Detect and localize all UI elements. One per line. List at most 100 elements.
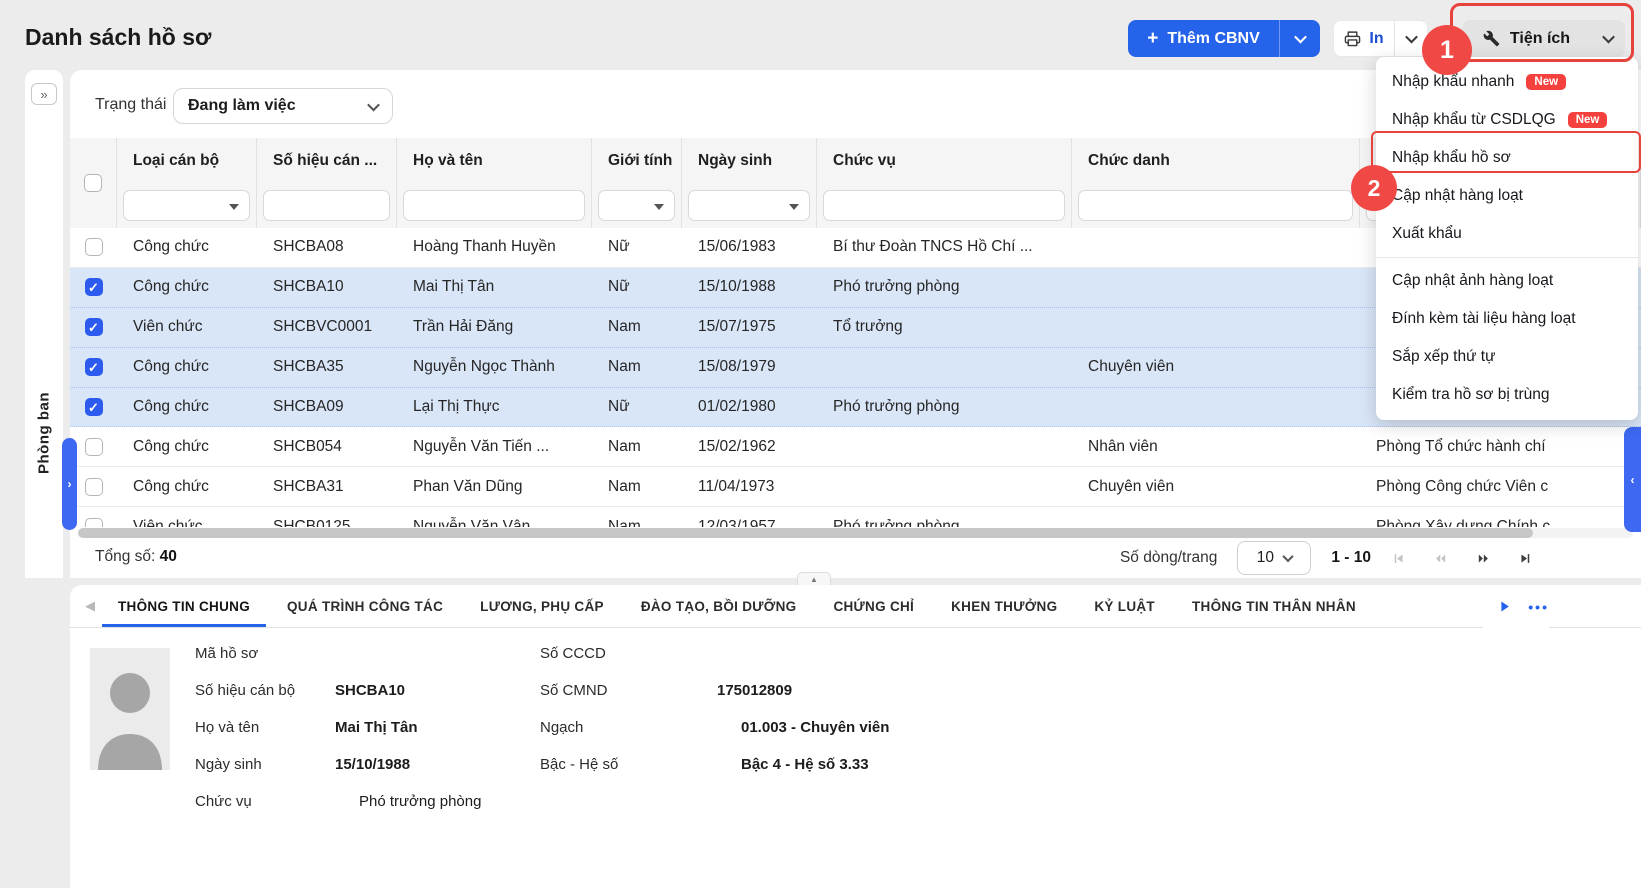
row-checkbox[interactable] bbox=[85, 318, 103, 336]
add-cbnv-button[interactable]: + Thêm CBNV bbox=[1128, 20, 1320, 57]
tabs-scroll-left-icon[interactable]: ◀ bbox=[85, 598, 95, 614]
table-row[interactable]: Công chức SHCB054 Nguyễn Văn Tiến ... Na… bbox=[70, 427, 1641, 467]
column-filter[interactable] bbox=[263, 190, 390, 221]
cell-staff-code: SHCBA10 bbox=[257, 268, 397, 307]
cell-staff-type: Viên chức bbox=[117, 308, 257, 347]
utilities-menu-item[interactable]: Cập nhật hàng loạt bbox=[1376, 177, 1638, 215]
cell-gender: Nữ bbox=[592, 268, 682, 307]
row-checkbox[interactable] bbox=[85, 518, 103, 527]
tabs-scroll-right-icon[interactable] bbox=[1497, 599, 1512, 614]
page-range: 1 - 10 bbox=[1331, 549, 1371, 567]
column-header[interactable]: Loại cán bộ bbox=[117, 138, 257, 184]
column-filter[interactable] bbox=[123, 190, 250, 221]
column-header[interactable]: Chức vụ bbox=[817, 138, 1072, 184]
chevron-down-icon bbox=[1294, 31, 1307, 44]
annotation-step-2-badge: 2 bbox=[1351, 165, 1397, 211]
utilities-menu-item[interactable]: Nhập khẩu từ CSDLQG New bbox=[1376, 101, 1638, 139]
annotation-step-1-badge: 1 bbox=[1422, 25, 1472, 75]
utilities-button[interactable]: Tiện ích bbox=[1462, 20, 1625, 57]
print-button[interactable]: In bbox=[1333, 20, 1428, 57]
column-header[interactable]: Số hiệu cán ... bbox=[257, 138, 397, 184]
panel-splitter-handle[interactable]: ▲ bbox=[797, 572, 831, 585]
column-filter[interactable] bbox=[1078, 190, 1353, 221]
row-checkbox[interactable] bbox=[85, 478, 103, 496]
cell-full-name: Lại Thị Thực bbox=[397, 388, 592, 427]
cell-staff-type: Công chức bbox=[117, 228, 257, 267]
cell-staff-code: SHCBA35 bbox=[257, 348, 397, 387]
cell-full-name: Nguyễn Văn Tiến ... bbox=[397, 427, 592, 466]
chevron-down-icon bbox=[367, 98, 380, 111]
cell-gender: Nam bbox=[592, 308, 682, 347]
detail-tab[interactable]: ĐÀO TẠO, BỒI DƯỠNG bbox=[641, 585, 797, 627]
more-tabs-icon[interactable]: ••• bbox=[1528, 599, 1549, 615]
detail-tab[interactable]: KHEN THƯỞNG bbox=[951, 585, 1057, 627]
utilities-menu-item[interactable]: Kiểm tra hồ sơ bị trùng bbox=[1376, 376, 1638, 414]
cell-department: Phòng Xây dựng Chính c bbox=[1360, 507, 1641, 527]
column-filter[interactable] bbox=[823, 190, 1065, 221]
cell-staff-type: Công chức bbox=[117, 388, 257, 427]
double-chevron-right-icon: » bbox=[40, 87, 47, 102]
row-checkbox[interactable] bbox=[85, 238, 103, 256]
avatar bbox=[90, 648, 170, 770]
detail-tab[interactable]: CHỨNG CHỈ bbox=[833, 585, 914, 627]
cell-gender: Nam bbox=[592, 467, 682, 506]
table-row[interactable]: Viên chức SHCB0125 Nguyễn Văn Vân Nam 12… bbox=[70, 507, 1641, 527]
chevron-down-icon bbox=[1602, 31, 1615, 44]
utilities-menu-item[interactable]: Nhập khẩu hồ sơ bbox=[1376, 139, 1638, 177]
row-checkbox[interactable] bbox=[85, 438, 103, 456]
detail-tab[interactable]: KỶ LUẬT bbox=[1094, 585, 1155, 627]
cell-staff-code: SHCBA09 bbox=[257, 388, 397, 427]
wrench-icon bbox=[1483, 30, 1500, 47]
cell-dob: 15/07/1975 bbox=[682, 308, 817, 347]
column-filter[interactable] bbox=[403, 190, 585, 221]
column-header[interactable]: Họ và tên bbox=[397, 138, 592, 184]
detail-field: Ngày sinh 15/10/1988 bbox=[195, 746, 481, 783]
detail-tab[interactable]: THÔNG TIN THÂN NHÂN bbox=[1192, 585, 1356, 627]
horizontal-scrollbar-thumb[interactable] bbox=[78, 528, 1533, 538]
cell-staff-code: SHCBA08 bbox=[257, 228, 397, 267]
first-page-icon[interactable] bbox=[1391, 551, 1406, 566]
utilities-menu-item[interactable]: Nhập khẩu nhanh New bbox=[1376, 63, 1638, 101]
row-checkbox[interactable] bbox=[85, 398, 103, 416]
new-badge: New bbox=[1526, 74, 1566, 90]
page-size-select[interactable]: 10 bbox=[1237, 541, 1311, 575]
cell-full-name: Nguyễn Ngọc Thành bbox=[397, 348, 592, 387]
detail-tab[interactable]: THÔNG TIN CHUNG bbox=[118, 585, 250, 627]
column-header[interactable]: Ngày sinh bbox=[682, 138, 817, 184]
pagination-bar: Tổng số: 40 Số dòng/trang 10 1 - 10 bbox=[70, 538, 1641, 578]
printer-icon bbox=[1344, 30, 1361, 47]
select-all-checkbox[interactable] bbox=[84, 174, 102, 192]
column-filter[interactable] bbox=[598, 190, 675, 221]
last-page-icon[interactable] bbox=[1518, 551, 1533, 566]
sidebar-open-handle[interactable]: › bbox=[62, 438, 77, 530]
utilities-menu-item[interactable]: Đính kèm tài liệu hàng loạt bbox=[1376, 300, 1638, 338]
column-header[interactable]: Chức danh bbox=[1072, 138, 1360, 184]
right-panel-open-handle[interactable]: ‹ bbox=[1624, 427, 1641, 532]
cell-position: Phó trưởng phòng bbox=[817, 268, 1072, 307]
row-checkbox[interactable] bbox=[85, 358, 103, 376]
chevron-down-icon bbox=[1282, 551, 1293, 562]
sidebar-expand-button[interactable]: » bbox=[31, 83, 57, 105]
table-row[interactable]: Công chức SHCBA31 Phan Văn Dũng Nam 11/0… bbox=[70, 467, 1641, 507]
plus-icon: + bbox=[1147, 29, 1158, 48]
column-filter[interactable] bbox=[688, 190, 810, 221]
utilities-menu-item[interactable]: Cập nhật ảnh hàng loạt bbox=[1376, 262, 1638, 300]
utilities-dropdown-toggle[interactable] bbox=[1591, 34, 1625, 43]
utilities-menu-item[interactable]: Sắp xếp thứ tự bbox=[1376, 338, 1638, 376]
detail-field: Mã hồ sơ bbox=[195, 635, 481, 672]
detail-field: Số hiệu cán bộ SHCBA10 bbox=[195, 672, 481, 709]
detail-tab[interactable]: QUÁ TRÌNH CÔNG TÁC bbox=[287, 585, 443, 627]
detail-tab[interactable]: LƯƠNG, PHỤ CẤP bbox=[480, 585, 604, 627]
status-filter-select[interactable]: Đang làm việc bbox=[173, 88, 393, 124]
previous-page-icon[interactable] bbox=[1432, 551, 1449, 566]
total-count: 40 bbox=[160, 548, 177, 565]
add-cbnv-dropdown-toggle[interactable] bbox=[1280, 34, 1320, 43]
cell-dob: 15/02/1962 bbox=[682, 427, 817, 466]
row-checkbox[interactable] bbox=[85, 278, 103, 296]
cell-gender: Nam bbox=[592, 507, 682, 527]
cell-dob: 01/02/1980 bbox=[682, 388, 817, 427]
utilities-menu-item[interactable]: Xuất khẩu bbox=[1376, 215, 1638, 253]
column-header[interactable]: Giới tính bbox=[592, 138, 682, 184]
next-page-icon[interactable] bbox=[1475, 551, 1492, 566]
sidebar-collapsed-label: Phòng ban bbox=[36, 392, 53, 474]
